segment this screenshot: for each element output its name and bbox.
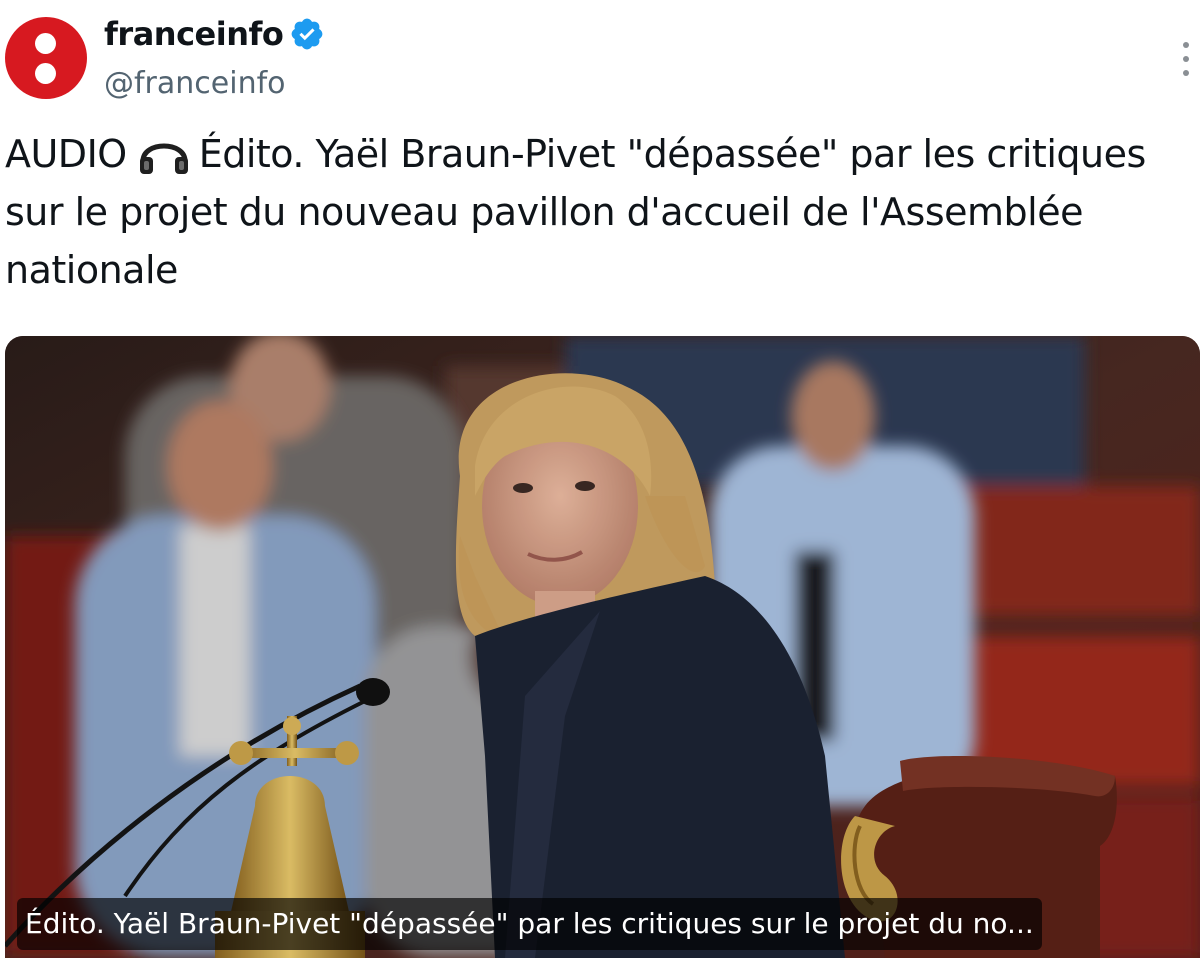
more-dot bbox=[1183, 56, 1189, 62]
logo-dot-bottom bbox=[35, 63, 56, 84]
author-name-row: franceinfo bbox=[104, 12, 325, 56]
article-photo bbox=[5, 336, 1200, 958]
author-display-name[interactable]: franceinfo bbox=[104, 15, 284, 53]
headphones-icon bbox=[139, 143, 188, 174]
tweet-prefix: AUDIO bbox=[5, 132, 127, 176]
more-dot bbox=[1183, 70, 1189, 76]
avatar[interactable] bbox=[5, 17, 87, 99]
media-card[interactable]: Édito. Yaël Braun-Pivet "dépassée" par l… bbox=[5, 336, 1200, 958]
tweet-text: AUDIO Édito. Yaël Braun-Pivet "dépassée"… bbox=[5, 125, 1185, 299]
author-handle[interactable]: @franceinfo bbox=[104, 66, 286, 101]
media-caption: Édito. Yaël Braun-Pivet "dépassée" par l… bbox=[17, 898, 1042, 950]
more-options-icon[interactable] bbox=[1180, 42, 1192, 76]
more-dot bbox=[1183, 42, 1189, 48]
logo-dot-top bbox=[35, 33, 56, 54]
verified-badge-icon bbox=[292, 18, 323, 50]
